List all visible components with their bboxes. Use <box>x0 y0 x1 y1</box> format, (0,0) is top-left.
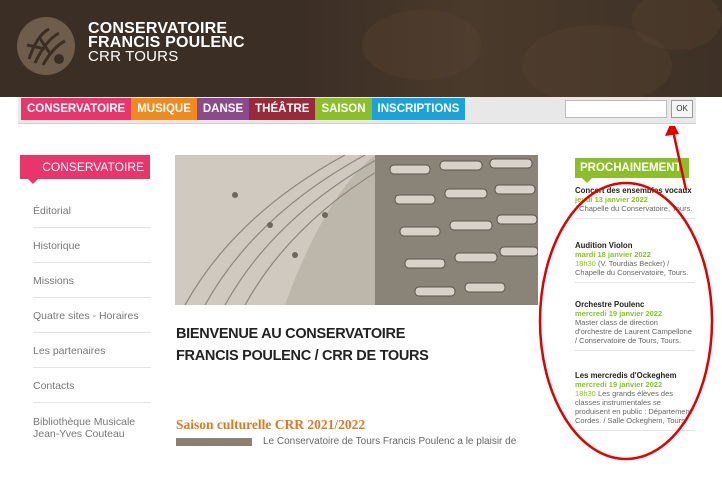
welcome-heading: BIENVENUE AU CONSERVATOIRE FRANCIS POULE… <box>176 323 429 367</box>
welcome-line-1: BIENVENUE AU CONSERVATOIRE <box>176 326 406 342</box>
saison-title-link[interactable]: Saison culturelle CRR 2021/2022 <box>176 417 365 433</box>
main-navigation: CONSERVATOIRE MUSIQUE DANSE THÉÂTRE SAISON IN… <box>18 97 696 124</box>
nav-menu: CONSERVATOIRE MUSIQUE DANSE THÉÂTRE SAISON IN… <box>21 98 466 120</box>
brand-line-3: CRR TOURS <box>88 48 179 65</box>
welcome-line-2: FRANCIS POULENC / CRR DE TOURS <box>176 348 429 364</box>
sidebar-item[interactable]: Historique <box>33 240 151 263</box>
saison-snippet: Le Conservatoire de Tours Francis Poulen… <box>263 436 517 447</box>
search-ok-button[interactable]: OK <box>671 100 693 118</box>
piano-interior-image <box>175 155 538 305</box>
sidebar-heading-arrow <box>28 179 38 184</box>
brand-name[interactable]: CONSERVATOIRE FRANCIS POULENC CRR TOURS <box>88 21 245 65</box>
sidebar-item[interactable]: Quatre sites - Horaires <box>33 310 151 333</box>
sidebar-item[interactable]: Éditorial <box>33 205 151 228</box>
sidebar-item[interactable]: Les partenaires <box>33 345 151 368</box>
sidebar-item[interactable]: Contacts <box>33 380 151 403</box>
saison-thumbnail <box>176 438 252 446</box>
nav-item-danse[interactable]: DANSE <box>196 98 250 120</box>
header-background <box>302 0 722 97</box>
hero-image <box>175 155 538 305</box>
nav-item-conservatoire[interactable]: CONSERVATOIRE <box>21 98 132 120</box>
nav-item-inscriptions[interactable]: INSCRIPTIONS <box>371 98 466 120</box>
sidebar-heading: CONSERVATOIRE <box>20 155 150 179</box>
nav-item-saison[interactable]: SAISON <box>315 98 372 120</box>
nav-item-th-tre[interactable]: THÉÂTRE <box>249 98 316 120</box>
conservatoire-logo-icon[interactable] <box>15 15 77 77</box>
search-input[interactable] <box>565 100 667 118</box>
annotation-oval <box>538 126 714 461</box>
nav-item-musique[interactable]: MUSIQUE <box>131 98 197 120</box>
sidebar-item[interactable]: Missions <box>33 275 151 298</box>
site-header: CONSERVATOIRE FRANCIS POULENC CRR TOURS <box>0 0 722 97</box>
sidebar-item[interactable]: Bibliothèque Musicale Jean-Yves Couteau <box>33 416 143 450</box>
